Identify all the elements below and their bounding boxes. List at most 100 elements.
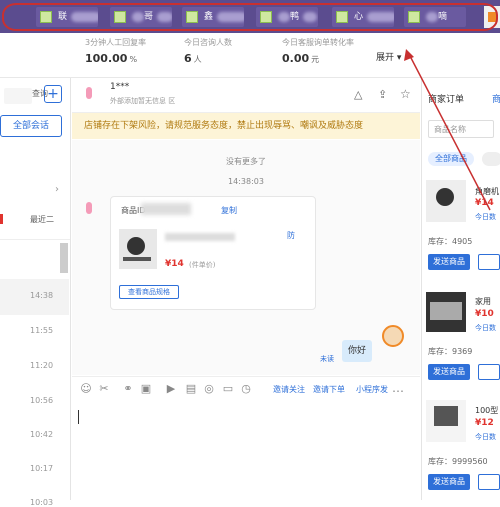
coupon-icon[interactable]: ◎ [203, 383, 215, 395]
stat-consult-count: 今日咨询人数 6人 [184, 38, 232, 65]
scrollbar[interactable] [60, 243, 68, 273]
product-sub: 今日数 [475, 433, 496, 441]
secondary-button[interactable] [478, 474, 500, 490]
chevron-down-icon: ▾ [394, 53, 402, 63]
filter-chip[interactable] [482, 152, 500, 166]
stat-conversion: 今日客服询单转化率 0.00 元 [282, 38, 354, 65]
new-tab-button[interactable] [484, 6, 500, 28]
contact-name: 1*** [110, 82, 130, 92]
blurred-text [157, 11, 172, 22]
secondary-button[interactable] [478, 254, 500, 270]
shop-icon [186, 11, 198, 23]
product-price: ¥10 [475, 309, 494, 319]
more-icon[interactable]: … [392, 381, 404, 395]
emoji-icon[interactable]: ☺ [80, 383, 92, 395]
tab-products[interactable]: 商 [492, 92, 500, 105]
shop-icon [336, 11, 348, 23]
search-input[interactable] [4, 88, 32, 104]
send-product-button[interactable]: 发送商品 [428, 474, 470, 490]
no-more-text: 没有更多了 [226, 157, 266, 166]
mini-program-link[interactable]: 小程序发 [356, 384, 388, 395]
invite-order-link[interactable]: 邀请下单 [313, 384, 345, 395]
product-sub: 今日数 [475, 324, 496, 332]
product-stock: 库存：4905 [428, 237, 473, 246]
product-stock: 库存：9369 [428, 347, 473, 356]
risk-notice: 店铺存在下架风险，请规范服务态度，禁止出现辱骂、嘲讽及威胁态度 [72, 113, 420, 139]
avatar [86, 87, 92, 99]
scissors-icon[interactable]: ✂ [98, 383, 110, 395]
blurred-text [217, 11, 244, 22]
product-price: ¥12 [475, 418, 494, 428]
read-status: 未读 [320, 355, 334, 363]
session-time: 11:20 [30, 361, 54, 370]
text-cursor [78, 410, 79, 424]
blurred-text [303, 11, 318, 22]
blurred-text [278, 11, 290, 22]
tab-shop-1[interactable]: 联 [36, 7, 98, 27]
product-name: 100型 [475, 406, 499, 415]
blurred-text [165, 233, 235, 241]
message-input[interactable] [72, 404, 420, 500]
tab-shop-2[interactable]: 哥 [110, 7, 172, 27]
blurred-text [367, 11, 394, 22]
session-time: 11:55 [30, 326, 54, 335]
message-time: 14:38:03 [228, 177, 264, 186]
session-list: 查询 + 全部会话 › 最近二 14:38 11:55 11:20 10:56 … [0, 78, 71, 507]
shop-icon [260, 11, 272, 23]
app-icon [488, 12, 497, 22]
send-product-button[interactable]: 发送商品 [428, 254, 470, 270]
product-sub: 今日数 [475, 213, 496, 221]
session-time: 10:03 [30, 498, 54, 507]
product-price: ¥14 [165, 259, 184, 269]
product-name: 角磨机 [475, 187, 499, 196]
filter-tab[interactable]: 最近二 [30, 214, 54, 225]
tab-orders[interactable]: 商家订单 [428, 92, 464, 105]
blurred-text [426, 11, 438, 22]
product-search-input[interactable]: 商品名称 [428, 120, 494, 138]
secondary-button[interactable] [478, 364, 500, 380]
share-icon[interactable]: ⇪ [378, 88, 387, 101]
contact-sub: 外部添加暂无信息 区 [110, 97, 176, 105]
chevron-right-icon[interactable]: › [55, 184, 59, 195]
product-image [426, 180, 466, 222]
filter-all-products[interactable]: 全部商品 [428, 152, 474, 166]
view-spec-button[interactable]: 查看商品规格 [119, 285, 179, 299]
file-icon[interactable]: ▤ [185, 383, 197, 395]
blurred-text [141, 203, 191, 215]
tab-shop-3[interactable]: 鑫 [182, 7, 244, 27]
message-bubble: 你好 [342, 340, 372, 362]
avatar [382, 325, 404, 347]
clock-icon[interactable]: ◷ [240, 383, 252, 395]
tab-shop-4[interactable]: 鸭 [256, 7, 318, 27]
shop-icon [114, 11, 126, 23]
star-icon[interactable]: ☆ [400, 87, 411, 101]
chat-header: 1*** 外部添加暂无信息 区 △ ⇪ ☆ [72, 78, 420, 113]
blurred-text [132, 11, 144, 22]
product-stock: 库存：9999560 [428, 457, 488, 466]
tab-shop-6[interactable]: 嘀 [404, 7, 466, 27]
price-unit: (件单价) [189, 261, 216, 269]
video-icon[interactable]: ▶ [165, 383, 177, 395]
all-sessions-button[interactable]: 全部会话 [0, 115, 62, 137]
avatar [86, 202, 92, 214]
shop-icon [408, 11, 420, 23]
image-icon[interactable]: ▣ [140, 383, 152, 395]
product-image [119, 229, 157, 269]
link-icon[interactable]: ⚭ [122, 383, 134, 395]
shop-icon [40, 11, 52, 23]
product-tag: 防 [287, 231, 295, 240]
expand-toggle[interactable]: 展开 ▾ [376, 50, 401, 63]
card-icon[interactable]: ▭ [222, 383, 234, 395]
warning-icon[interactable]: △ [354, 88, 362, 101]
product-image [426, 400, 466, 442]
product-card: 商品ID 复制 防 ¥14 (件单价) 查看商品规格 [110, 196, 316, 310]
session-time: 10:56 [30, 396, 54, 405]
add-button[interactable]: + [44, 85, 62, 103]
tab-shop-5[interactable]: 心 [332, 7, 394, 27]
send-product-button[interactable]: 发送商品 [428, 364, 470, 380]
product-image [426, 292, 466, 332]
copy-link[interactable]: 复制 [221, 205, 237, 216]
invite-follow-link[interactable]: 邀请关注 [273, 384, 305, 395]
active-marker [0, 214, 3, 224]
product-name: 家用 [475, 297, 491, 306]
